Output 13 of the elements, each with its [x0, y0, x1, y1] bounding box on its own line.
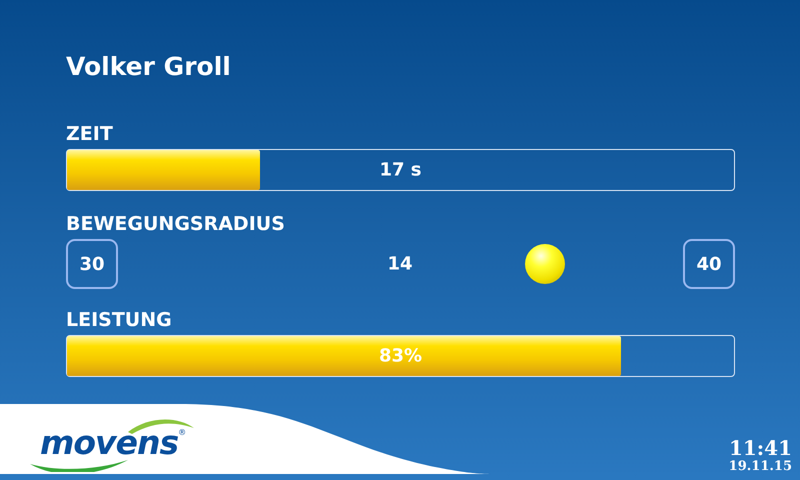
clock-date: 19.11.15 [728, 459, 792, 474]
clock-time: 11:41 [728, 437, 792, 459]
movens-logo: movens® [28, 412, 198, 472]
radius-label: BEWEGUNGSRADIUS [66, 213, 286, 235]
max-value: 40 [683, 239, 735, 289]
progress-reading: 83% [378, 346, 422, 366]
progress-reading: 17 s [379, 160, 422, 180]
min-value: 30 [66, 239, 118, 289]
user-name: Volker Groll [66, 52, 232, 81]
meter-label: LEISTUNG [66, 309, 173, 331]
meter-label: ZEIT [66, 123, 114, 145]
radius-value: 14 [387, 254, 413, 274]
ball-indicator [524, 244, 565, 284]
